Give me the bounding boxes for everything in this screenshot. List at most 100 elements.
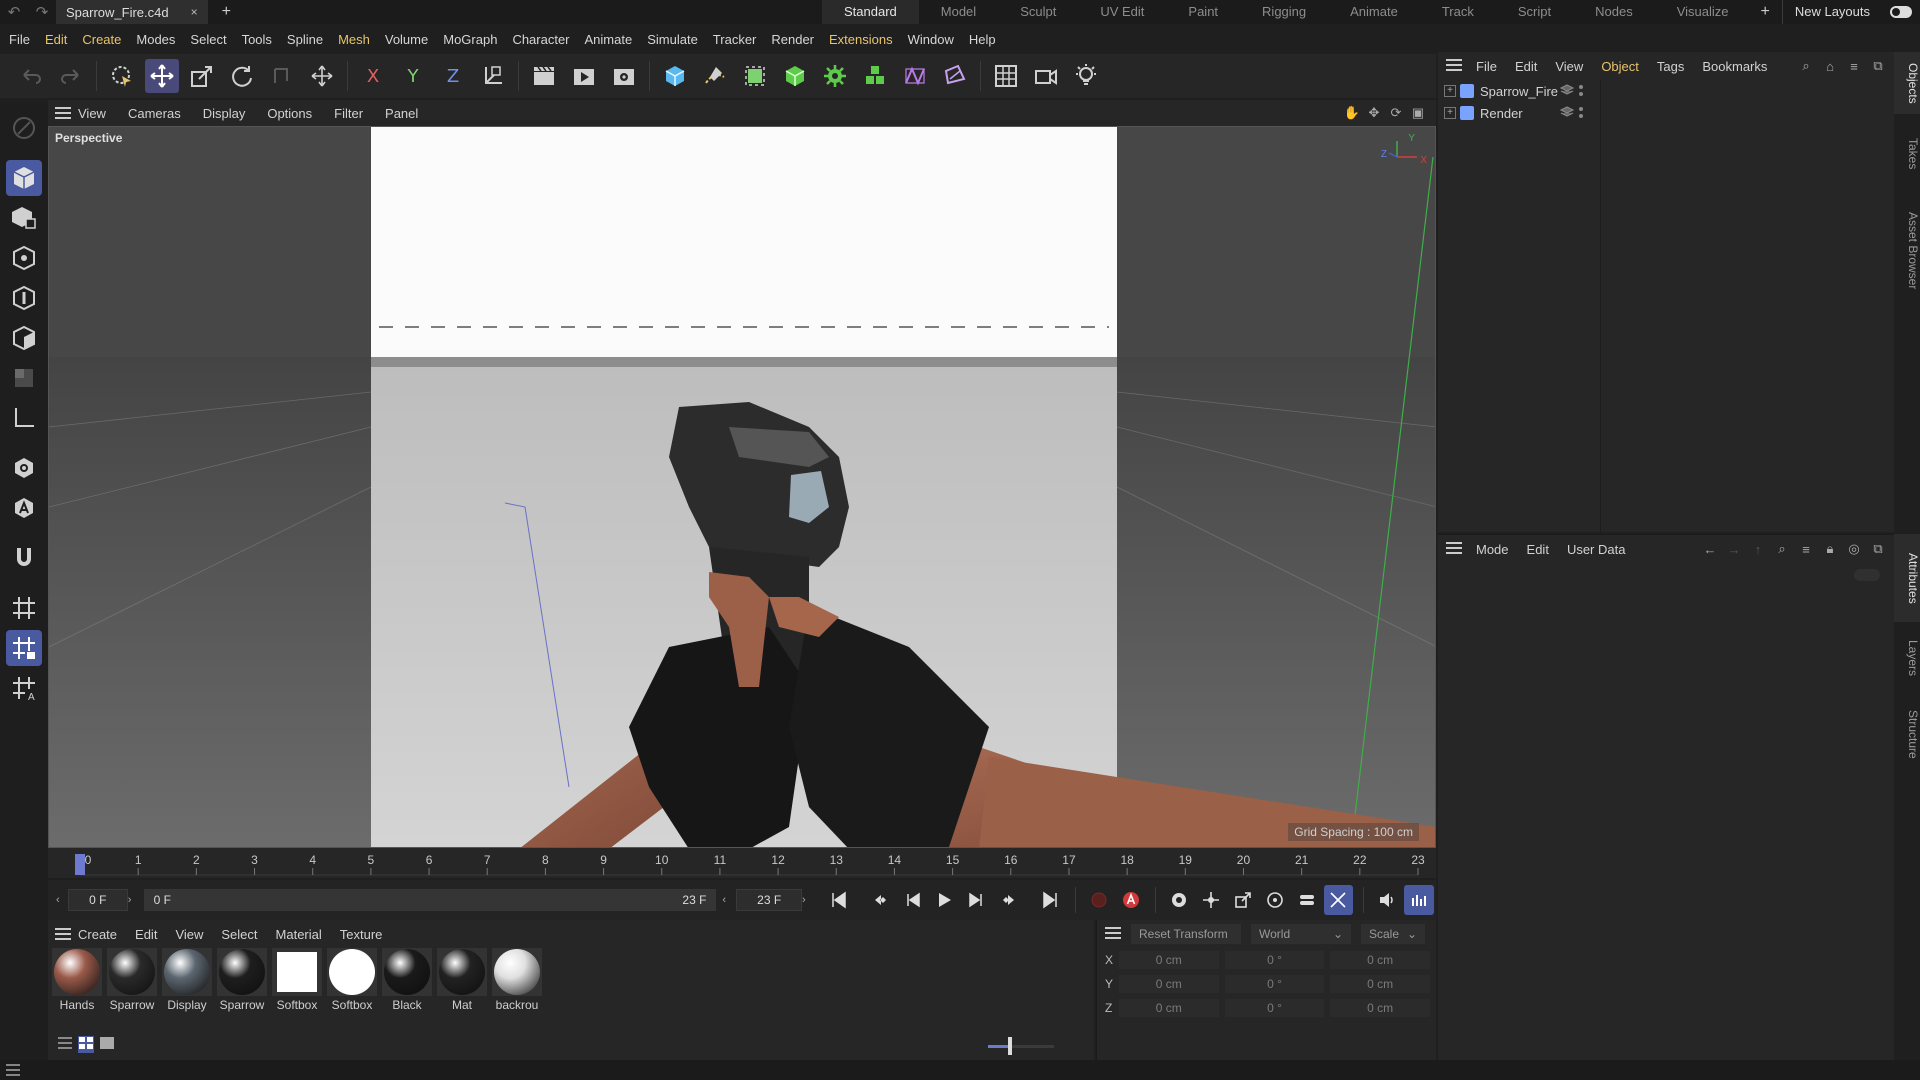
material-item[interactable]: Softbox xyxy=(270,948,324,1012)
menu-tracker[interactable]: Tracker xyxy=(713,32,757,47)
layout-tab-rigging[interactable]: Rigging xyxy=(1240,0,1328,24)
menu-character[interactable]: Character xyxy=(512,32,569,47)
side-tab-asset-browser[interactable]: Asset Browser xyxy=(1894,186,1920,316)
go-to-start-button[interactable] xyxy=(824,885,854,915)
viewport-menu-options[interactable]: Options xyxy=(267,106,312,121)
preview-range-bar[interactable]: 0 F 23 F xyxy=(143,889,717,911)
object-row-render[interactable]: + Render xyxy=(1438,102,1894,124)
material-item[interactable]: Mat xyxy=(435,948,489,1012)
play-button[interactable] xyxy=(929,885,959,915)
coordinates-menu-icon[interactable] xyxy=(1105,926,1121,942)
uv-mode-button[interactable] xyxy=(6,360,42,396)
attribute-manager-menu-icon[interactable] xyxy=(1446,541,1462,557)
material-manager-menu-icon[interactable] xyxy=(48,928,78,940)
preview-size-knob[interactable] xyxy=(1007,1037,1012,1055)
side-tab-attributes[interactable]: Attributes xyxy=(1894,534,1920,622)
menu-mesh[interactable]: Mesh xyxy=(338,32,370,47)
menu-modes[interactable]: Modes xyxy=(136,32,175,47)
solo-button[interactable] xyxy=(6,450,42,486)
next-key-button[interactable] xyxy=(993,885,1023,915)
rotation-z-field[interactable]: 0 ° xyxy=(1224,999,1325,1017)
make-editable-button[interactable] xyxy=(6,110,42,146)
locked-workplane-button[interactable] xyxy=(6,630,42,666)
object-menu-edit[interactable]: Edit xyxy=(1515,59,1537,74)
search-icon[interactable]: ⌕ xyxy=(1798,58,1814,74)
y-axis-lock-button[interactable]: Y xyxy=(396,59,430,93)
current-frame-field[interactable]: 0 F xyxy=(67,889,128,911)
orbit-icon[interactable]: ⟳ xyxy=(1388,105,1404,121)
attribute-toggle[interactable] xyxy=(1854,569,1880,581)
next-frame-button[interactable] xyxy=(961,885,991,915)
layout-tab-visualize[interactable]: Visualize xyxy=(1655,0,1751,24)
object-menu-bookmarks[interactable]: Bookmarks xyxy=(1702,59,1767,74)
side-tab-takes[interactable]: Takes xyxy=(1894,126,1920,182)
workplane-button[interactable] xyxy=(6,590,42,626)
scale-x-field[interactable]: 0 cm xyxy=(1330,951,1431,969)
menu-edit[interactable]: Edit xyxy=(45,32,67,47)
layout-tab-model[interactable]: Model xyxy=(919,0,998,24)
new-window-icon[interactable]: ⧉ xyxy=(1870,58,1886,74)
layout-toggle[interactable] xyxy=(1890,6,1912,18)
axis-move-button[interactable] xyxy=(305,59,339,93)
layout-tab-uv-edit[interactable]: UV Edit xyxy=(1078,0,1166,24)
range-increment-icon[interactable]: › xyxy=(802,894,816,906)
layer-icon[interactable] xyxy=(1560,83,1574,97)
menu-tools[interactable]: Tools xyxy=(242,32,272,47)
document-tab[interactable]: Sparrow_Fire.c4d × xyxy=(56,0,208,24)
position-y-field[interactable]: 0 cm xyxy=(1118,975,1219,993)
cube-button[interactable] xyxy=(658,59,692,93)
subdivision-surface-button[interactable] xyxy=(738,59,772,93)
visibility-dots-icon[interactable] xyxy=(1578,83,1584,99)
viewport-menu-cameras[interactable]: Cameras xyxy=(128,106,181,121)
dolly-icon[interactable]: ✥ xyxy=(1366,105,1382,121)
menu-animate[interactable]: Animate xyxy=(585,32,633,47)
mograph-button[interactable] xyxy=(858,59,892,93)
maximize-view-icon[interactable]: ▣ xyxy=(1410,105,1426,121)
target-icon[interactable]: ◎ xyxy=(1846,541,1862,557)
render-to-picture-viewer-button[interactable] xyxy=(567,59,601,93)
magnet-button[interactable] xyxy=(6,540,42,576)
polygons-mode-button[interactable] xyxy=(6,320,42,356)
reset-transform-button[interactable]: Reset Transform xyxy=(1131,924,1241,944)
scale-track-button[interactable] xyxy=(1228,885,1258,915)
live-selection-button[interactable] xyxy=(105,59,139,93)
layout-tab-animate[interactable]: Animate xyxy=(1328,0,1420,24)
undo-icon[interactable]: ↶ xyxy=(8,3,21,21)
autokeying-button[interactable] xyxy=(1116,885,1146,915)
menu-volume[interactable]: Volume xyxy=(385,32,428,47)
object-manager-menu-icon[interactable] xyxy=(1446,58,1462,74)
material-menu-create[interactable]: Create xyxy=(78,927,117,942)
end-frame-field[interactable]: 23 F xyxy=(736,889,803,911)
timeline-settings-button[interactable] xyxy=(1404,885,1435,915)
material-item[interactable]: Sparrow xyxy=(215,948,269,1012)
deformer-button[interactable] xyxy=(898,59,932,93)
close-tab-icon[interactable]: × xyxy=(191,5,198,19)
axis-mode-button[interactable] xyxy=(6,400,42,436)
preview-size-slider[interactable] xyxy=(988,1037,1054,1055)
coordinate-space-select[interactable]: World ⌄ xyxy=(1251,924,1351,944)
transform-button[interactable] xyxy=(265,59,299,93)
layout-tab-script[interactable]: Script xyxy=(1496,0,1573,24)
new-window-icon[interactable]: ⧉ xyxy=(1870,541,1886,557)
object-name[interactable]: Sparrow_Fire xyxy=(1480,84,1570,99)
material-item[interactable]: Display xyxy=(160,948,214,1012)
record-active-objects-button[interactable] xyxy=(1084,885,1114,915)
layout-tab-track[interactable]: Track xyxy=(1420,0,1496,24)
floor-button[interactable] xyxy=(989,59,1023,93)
pen-button[interactable] xyxy=(698,59,732,93)
menu-render[interactable]: Render xyxy=(771,32,814,47)
parameter-track-button[interactable] xyxy=(1292,885,1322,915)
lock-icon[interactable]: 🔒︎ xyxy=(1822,541,1838,557)
material-item[interactable]: Softbox xyxy=(325,948,379,1012)
undo-button[interactable] xyxy=(14,59,48,93)
frame-decrement-icon[interactable]: ‹ xyxy=(56,894,68,906)
menu-help[interactable]: Help xyxy=(969,32,996,47)
key-selection-button[interactable] xyxy=(1164,885,1194,915)
grid-view-icon[interactable] xyxy=(78,1035,94,1053)
material-menu-material[interactable]: Material xyxy=(276,927,322,942)
move-button[interactable] xyxy=(145,59,179,93)
rotation-x-field[interactable]: 0 ° xyxy=(1224,951,1325,969)
object-menu-tags[interactable]: Tags xyxy=(1657,59,1684,74)
go-to-end-button[interactable] xyxy=(1035,885,1065,915)
search-icon[interactable]: ⌕ xyxy=(1774,541,1790,557)
